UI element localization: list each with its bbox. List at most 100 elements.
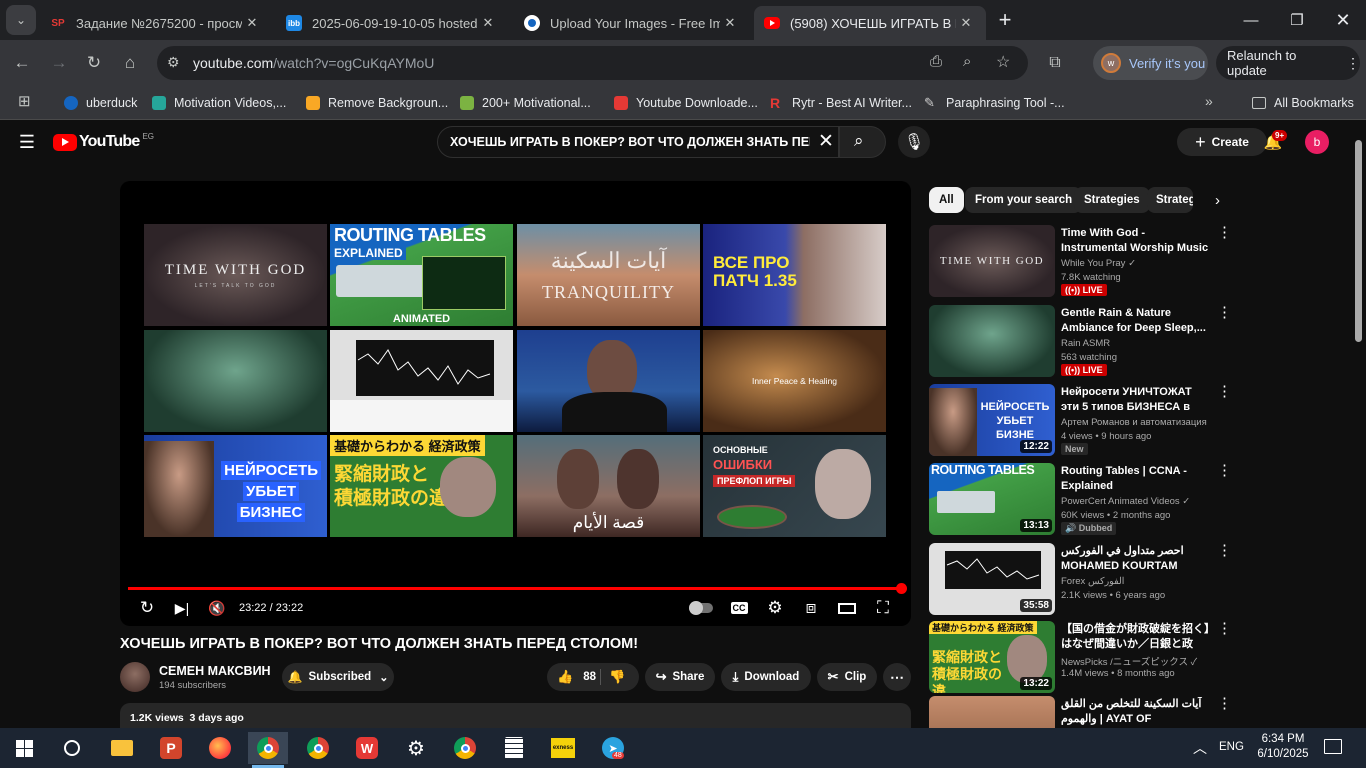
rec-title[interactable]: Gentle Rain & Nature Ambiance for Deep S… <box>1061 306 1211 336</box>
chip-all[interactable]: All <box>929 187 964 213</box>
forward-button[interactable]: → <box>44 48 74 78</box>
chips-next-button[interactable]: › <box>1194 185 1234 215</box>
next-button[interactable]: ▶| <box>170 595 194 621</box>
page-scrollbar[interactable] <box>1353 126 1364 728</box>
home-button[interactable]: ⌂ <box>115 48 145 78</box>
voice-search-button[interactable]: 🎙 <box>898 126 930 158</box>
install-app-icon[interactable]: ⎙ <box>930 53 942 70</box>
more-bookmarks-icon[interactable]: » <box>1205 93 1213 109</box>
rec-more-icon[interactable]: ⋮ <box>1217 384 1232 399</box>
chrome-app-button[interactable] <box>445 732 485 764</box>
apps-grid-icon[interactable]: ⊞ <box>18 92 31 110</box>
rec-item[interactable]: 基礎からわかる 経済政策 緊縮財政と積極財政の違 13:22 【国の借金が財政破… <box>929 621 1232 695</box>
bookmark-uberduck[interactable]: uberduck <box>64 94 137 112</box>
bookmark-star-icon[interactable]: ☆ <box>996 52 1010 72</box>
firefox-button[interactable] <box>200 732 240 764</box>
rec-channel[interactable]: Rain ASMR <box>1061 338 1110 349</box>
telegram-button[interactable]: ➤ <box>593 732 633 764</box>
zoom-icon[interactable]: ⌕ <box>963 53 971 70</box>
subscribed-button[interactable]: 🔔 Subscribed ⌄ <box>282 663 394 691</box>
notification-center-icon[interactable] <box>1324 739 1342 754</box>
endscreen-buddha[interactable]: Inner Peace & Healing <box>703 330 886 432</box>
extensions-button[interactable]: ⧉ <box>1040 48 1070 78</box>
rec-channel[interactable]: Артем Романов и автоматизация <box>1061 417 1207 428</box>
close-window-button[interactable]: ✕ <box>1320 0 1366 40</box>
tab-search-button[interactable]: ⌄ <box>6 5 36 35</box>
bookmark-motivation[interactable]: Motivation Videos,... <box>152 94 286 112</box>
tab-1[interactable]: SP Задание №2675200 - просмотр ✕ <box>40 6 272 40</box>
endscreen-keizai[interactable]: 基礎からわかる 経済政策 緊縮財政と 積極財政の違い <box>330 435 513 537</box>
tab-4-active[interactable]: (5908) ХОЧЕШЬ ИГРАТЬ В ПОК ✕ <box>754 6 986 40</box>
search-taskbar-button[interactable] <box>52 732 92 764</box>
wps-presentation-button[interactable]: P <box>151 732 191 764</box>
endscreen-patch[interactable]: ВСЕ ПРО ПАТЧ 1.35 <box>703 224 886 326</box>
rec-item[interactable]: ROUTING TABLES 13:13 Routing Tables | CC… <box>929 463 1232 537</box>
rec-thumbnail[interactable]: 基礎からわかる 経済政策 緊縮財政と積極財政の違 13:22 <box>929 621 1055 693</box>
rec-item[interactable]: Gentle Rain & Nature Ambiance for Deep S… <box>929 305 1232 379</box>
account-avatar[interactable]: b <box>1305 130 1329 154</box>
clock[interactable]: 6:34 PM 6/10/2025 <box>1255 732 1311 762</box>
new-tab-button[interactable]: + <box>990 5 1020 35</box>
close-tab-icon[interactable]: ✕ <box>242 15 262 31</box>
tray-overflow-icon[interactable]: ︿ <box>1193 738 1207 758</box>
close-tab-icon[interactable]: ✕ <box>956 15 976 31</box>
profile-verify-button[interactable]: w Verify it's you <box>1093 46 1208 80</box>
all-bookmarks-button[interactable]: All Bookmarks <box>1252 94 1354 112</box>
rec-item[interactable]: آيات السكينة للتخلص من القلق والهموم | A… <box>929 696 1229 728</box>
bookmark-rytr[interactable]: R Rytr - Best AI Writer... <box>770 94 912 112</box>
rec-more-icon[interactable]: ⋮ <box>1217 463 1232 478</box>
rec-title[interactable]: احصر متداول في الفوركس MOHAMED KOURTAM <box>1061 544 1211 574</box>
site-info-icon[interactable]: ⚙ <box>167 54 180 71</box>
endscreen-obama[interactable] <box>517 330 700 432</box>
rec-title[interactable]: 【国の借金が財政破綻を招く】はなぜ間違いか／日銀と政府... <box>1061 622 1211 652</box>
fullscreen-button[interactable]: ⛶ <box>872 595 894 621</box>
bookmark-youtube-downloader[interactable]: Youtube Downloade... <box>614 94 758 112</box>
address-bar[interactable]: ⚙ youtube.com/watch?v=ogCuKqAYMoU ⎙ ⌕ ☆ <box>157 46 1028 80</box>
rec-title[interactable]: Нейросети УНИЧТОЖАТ эти 5 типов БИЗНЕСА … <box>1061 385 1211 415</box>
rec-thumbnail[interactable] <box>929 305 1055 377</box>
download-button[interactable]: ⤓ Download <box>721 663 811 691</box>
endscreen-tranquility[interactable]: آيات السكينة TRANQUILITY <box>517 224 700 326</box>
rec-thumbnail[interactable] <box>929 696 1055 728</box>
chip-strateg[interactable]: Strateg <box>1147 187 1193 213</box>
rec-more-icon[interactable]: ⋮ <box>1217 696 1229 711</box>
minimize-button[interactable]: — <box>1228 0 1274 40</box>
scrollbar-thumb[interactable] <box>1355 140 1362 342</box>
rec-item[interactable]: НЕЙРОСЕТЬ УБЬЕТ БИЗНЕ 12:22 Нейросети УН… <box>929 384 1232 458</box>
create-button[interactable]: + Create <box>1177 128 1267 156</box>
close-tab-icon[interactable]: ✕ <box>720 15 740 31</box>
clear-search-icon[interactable]: ✕ <box>818 130 834 153</box>
youtube-logo[interactable]: YouTube EG <box>53 132 154 151</box>
endscreen-routing-tables[interactable]: ROUTING TABLES EXPLAINED ANIMATED <box>330 224 513 326</box>
bookmark-200-motivational[interactable]: 200+ Motivational... <box>460 94 591 112</box>
calculator-button[interactable] <box>494 732 534 764</box>
settings-button[interactable]: ⚙ <box>764 595 786 621</box>
captions-button[interactable]: CC <box>728 595 750 621</box>
rec-more-icon[interactable]: ⋮ <box>1217 305 1232 320</box>
endscreen-ai-business[interactable]: НЕЙРОСЕТЬ УБЬЕТ БИЗНЕС <box>144 435 327 537</box>
reload-button[interactable]: ↻ <box>79 48 109 78</box>
settings-taskbar-button[interactable]: ⚙ <box>396 732 436 764</box>
progress-scrubber[interactable] <box>896 583 907 594</box>
mute-button[interactable]: 🔇 <box>205 595 229 621</box>
rec-title[interactable]: Time With God - Instrumental Worship Mus… <box>1061 226 1211 256</box>
file-explorer-button[interactable] <box>102 732 142 764</box>
miniplayer-button[interactable]: ⧈ <box>800 595 822 621</box>
endscreen-forex-chart[interactable] <box>330 330 513 432</box>
thumbs-down-icon[interactable]: 👎 <box>609 669 625 685</box>
rec-thumbnail[interactable]: 35:58 <box>929 543 1055 615</box>
url-text[interactable]: youtube.com/watch?v=ogCuKqAYMoU <box>193 55 434 71</box>
exness-button[interactable]: exness <box>543 732 583 764</box>
more-actions-button[interactable]: ⋯ <box>883 663 911 691</box>
rec-title[interactable]: آيات السكينة للتخلص من القلق والهموم | A… <box>1061 697 1211 727</box>
rec-thumbnail[interactable]: ROUTING TABLES 13:13 <box>929 463 1055 535</box>
rec-title[interactable]: Routing Tables | CCNA - Explained <box>1061 464 1211 494</box>
rec-channel[interactable]: Forex الفوركس <box>1061 576 1124 587</box>
chrome-profile-button[interactable] <box>248 732 288 764</box>
search-input[interactable]: ХОЧЕШЬ ИГРАТЬ В ПОКЕР? ВОТ ЧТО ДОЛЖЕН ЗН… <box>437 126 839 158</box>
back-button[interactable]: ← <box>7 48 37 78</box>
rec-channel[interactable]: PowerCert Animated Videos ✓ <box>1061 496 1190 507</box>
channel-name[interactable]: СЕМЕН МАКСВИН <box>159 664 271 678</box>
chrome-button[interactable] <box>298 732 338 764</box>
tab-2[interactable]: ibb 2025-06-09-19-10-05 hosted at ✕ <box>276 6 508 40</box>
